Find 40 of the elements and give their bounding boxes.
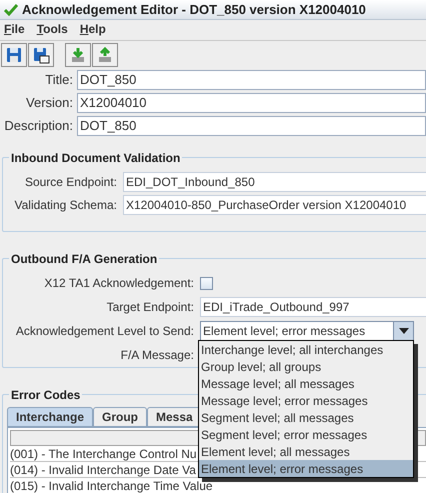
field-label: Title: [44,71,73,90]
dropdown[interactable]: Element level; error messages [200,320,414,342]
field-label: Acknowledgement Level to Send: [14,323,194,340]
dropdown-option[interactable]: Element level; error messages [199,460,413,477]
field-label: X12 TA1 Acknowledgement: [43,275,194,292]
text-field[interactable]: X12004010-850_PurchaseOrder version X12004010 [123,195,426,215]
tab[interactable]: Interchange [7,407,94,427]
dropdown-option[interactable]: Message level; all messages [199,375,413,392]
menu-item[interactable]: Help [80,20,106,38]
field-label: Description: [3,117,73,136]
download-arrow-icon [69,46,87,64]
dropdown-option[interactable]: Segment level; error messages [199,426,413,443]
field-label: Target Endpoint: [106,299,194,316]
upload-arrow-icon [96,46,114,64]
field-label: Source Endpoint: [24,174,117,191]
save-as-icon [32,46,50,64]
menu-item[interactable]: File [4,20,25,38]
text-field[interactable]: DOT_850 [77,116,426,136]
dropdown-option[interactable]: Group level; all groups [199,358,413,375]
field-label: F/A Message: [120,347,194,364]
text-field[interactable]: EDI_DOT_Inbound_850 [123,172,426,192]
toolbar-button[interactable] [28,43,54,67]
dropdown-option[interactable]: Element level; all messages [199,443,413,460]
text-field[interactable]: EDI_iTrade_Outbound_997 [200,297,426,317]
dropdown-option[interactable]: Message level; error messages [199,392,413,409]
text-field[interactable]: X12004010 [77,93,426,113]
toolbar-button[interactable] [1,43,27,67]
dropdown-option[interactable]: Interchange level; all interchanges [199,341,413,358]
dropdown-option[interactable]: Segment level; all messages [199,409,413,426]
tab[interactable]: Group [93,407,148,427]
checkbox[interactable] [200,276,213,290]
menu-item[interactable]: Tools [36,20,68,38]
save-icon [5,46,23,64]
text-field[interactable]: DOT_850 [77,70,426,90]
table-cell: (015) - Invalid Interchange Time Value [10,478,426,493]
field-label: Version: [25,94,73,112]
checkmark-icon [4,4,18,16]
caret-icon [398,328,408,334]
field-label: Validating Schema: [13,197,117,214]
window-title: Acknowledgement Editor - DOT_850 version X12004010 [22,0,366,19]
